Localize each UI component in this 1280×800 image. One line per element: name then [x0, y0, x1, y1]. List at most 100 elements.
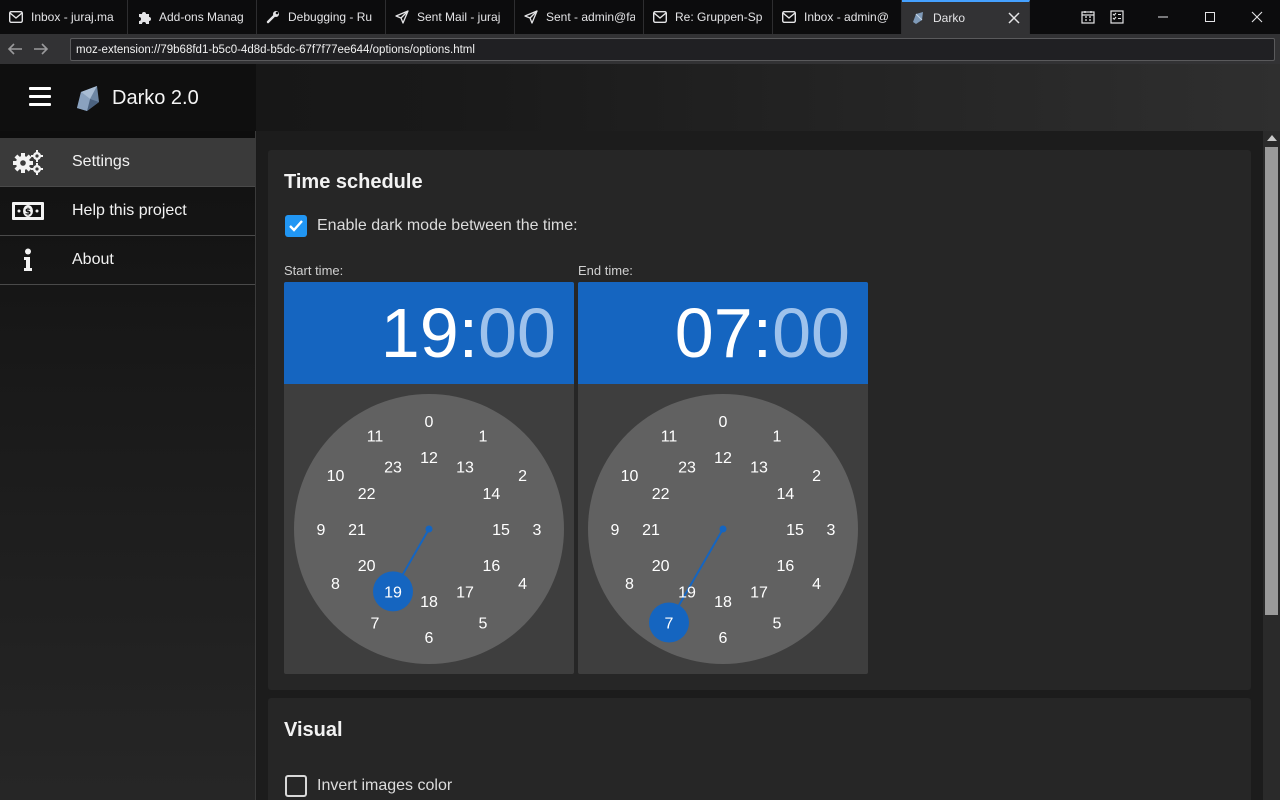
darko-logo-icon — [75, 84, 101, 112]
sidebar: Settings $ Help this project About — [0, 131, 256, 800]
clock-hour-15[interactable]: 15 — [786, 522, 804, 539]
start-minutes[interactable]: 00 — [478, 294, 556, 372]
browser-tab-active[interactable]: Darko — [902, 0, 1030, 34]
tab-label: Sent - admin@fa — [546, 10, 635, 24]
invert-images-checkbox[interactable] — [285, 775, 307, 797]
sidebar-item-label: About — [72, 251, 114, 268]
clock-hour-17[interactable]: 17 — [456, 584, 474, 601]
clock-hour-12[interactable]: 12 — [714, 450, 732, 467]
invert-images-label: Invert images color — [317, 777, 453, 794]
browser-tab[interactable]: Inbox - admin@ — [773, 0, 902, 34]
clock-hour-12[interactable]: 12 — [420, 450, 438, 467]
clock-hour-9[interactable]: 9 — [317, 522, 326, 539]
clock-hour-5[interactable]: 5 — [773, 616, 782, 633]
clock-hour-21[interactable]: 21 — [642, 522, 660, 539]
clock-hour-2[interactable]: 2 — [518, 468, 527, 485]
puzzle-icon — [136, 9, 152, 25]
main-content: Time schedule Enable dark mode between t… — [257, 131, 1263, 800]
clock-hour-3[interactable]: 3 — [827, 522, 836, 539]
forward-arrow-icon[interactable] — [28, 34, 54, 64]
clock-hour-16[interactable]: 16 — [482, 558, 500, 575]
browser-tab[interactable]: Add-ons Manag — [128, 0, 257, 34]
clock-hour-6[interactable]: 6 — [425, 630, 434, 647]
clock-hour-13[interactable]: 13 — [456, 460, 474, 477]
clock-hour-23[interactable]: 23 — [678, 460, 696, 477]
clock-hour-22[interactable]: 22 — [358, 486, 376, 503]
clock-hour-17[interactable]: 17 — [750, 584, 768, 601]
scrollbar-thumb[interactable] — [1265, 147, 1278, 615]
tasks-icon[interactable] — [1107, 0, 1127, 34]
close-window-icon[interactable] — [1244, 0, 1270, 34]
clock-hour-10[interactable]: 10 — [327, 468, 345, 485]
hamburger-menu-icon[interactable] — [29, 87, 51, 107]
tab-label: Sent Mail - juraj — [417, 10, 501, 24]
end-hours[interactable]: 07 — [675, 294, 753, 372]
clock-hour-7[interactable]: 7 — [665, 616, 674, 633]
clock-hour-20[interactable]: 20 — [358, 558, 376, 575]
clock-hour-11[interactable]: 11 — [367, 428, 384, 445]
browser-tab[interactable]: Debugging - Ru — [257, 0, 386, 34]
svg-text:$: $ — [25, 208, 31, 218]
end-time-label: End time: — [578, 263, 633, 278]
clock-hour-0[interactable]: 0 — [425, 414, 434, 431]
clock-hour-11[interactable]: 11 — [661, 428, 678, 445]
start-hours[interactable]: 19 — [381, 294, 459, 372]
clock-hour-13[interactable]: 13 — [750, 460, 768, 477]
clock-hour-8[interactable]: 8 — [331, 576, 340, 593]
navigation-toolbar: moz-extension://79b68fd1-b5c0-4d8d-b5dc-… — [0, 34, 1280, 64]
sidebar-item-help[interactable]: $ Help this project — [0, 187, 255, 236]
clock-hour-8[interactable]: 8 — [625, 576, 634, 593]
back-arrow-icon[interactable] — [2, 34, 28, 64]
start-time-label: Start time: — [284, 263, 344, 278]
browser-tab[interactable]: Sent - admin@fa — [515, 0, 644, 34]
clock-hour-19[interactable]: 19 — [384, 584, 402, 601]
clock-hour-18[interactable]: 18 — [420, 594, 438, 611]
clock-hour-19[interactable]: 19 — [678, 584, 696, 601]
vertical-scrollbar[interactable] — [1263, 131, 1280, 800]
clock-hour-9[interactable]: 9 — [611, 522, 620, 539]
clock-hour-20[interactable]: 20 — [652, 558, 670, 575]
end-minutes[interactable]: 00 — [772, 294, 850, 372]
clock-hour-14[interactable]: 14 — [482, 486, 500, 503]
clock-hour-1[interactable]: 1 — [773, 428, 782, 445]
clock-hour-0[interactable]: 0 — [719, 414, 728, 431]
enable-dark-mode-checkbox[interactable] — [285, 215, 307, 237]
start-clock-dial[interactable]: 01234567891011121314151617181920212223 — [284, 384, 574, 674]
clock-hour-15[interactable]: 15 — [492, 522, 510, 539]
clock-hour-10[interactable]: 10 — [621, 468, 639, 485]
maximize-icon[interactable] — [1197, 0, 1223, 34]
clock-hour-22[interactable]: 22 — [652, 486, 670, 503]
browser-tab[interactable]: Inbox - juraj.ma — [0, 0, 128, 34]
close-tab-icon[interactable] — [1007, 11, 1021, 25]
visual-card: Visual Invert images color — [268, 698, 1251, 800]
clock-hour-4[interactable]: 4 — [518, 576, 527, 593]
clock-hour-1[interactable]: 1 — [479, 428, 488, 445]
url-bar[interactable]: moz-extension://79b68fd1-b5c0-4d8d-b5dc-… — [70, 38, 1275, 61]
sidebar-item-settings[interactable]: Settings — [0, 138, 255, 187]
end-clock-dial[interactable]: 01234567891011121314151617181920212223 — [578, 384, 868, 674]
clock-hour-18[interactable]: 18 — [714, 594, 732, 611]
browser-tab[interactable]: Sent Mail - juraj — [386, 0, 515, 34]
enable-dark-mode-row[interactable]: Enable dark mode between the time: — [285, 215, 578, 237]
minimize-icon[interactable] — [1150, 0, 1176, 34]
end-time-display[interactable]: 07:00 — [578, 282, 868, 384]
sidebar-item-about[interactable]: About — [0, 236, 255, 285]
clock-center-dot — [719, 525, 727, 533]
invert-images-row[interactable]: Invert images color — [285, 775, 452, 797]
clock-hour-4[interactable]: 4 — [812, 576, 821, 593]
clock-hour-16[interactable]: 16 — [776, 558, 794, 575]
clock-hour-2[interactable]: 2 — [812, 468, 821, 485]
clock-hour-14[interactable]: 14 — [776, 486, 794, 503]
clock-hour-3[interactable]: 3 — [533, 522, 542, 539]
tab-label: Debugging - Ru — [288, 10, 373, 24]
start-time-display[interactable]: 19:00 — [284, 282, 574, 384]
clock-hour-5[interactable]: 5 — [479, 616, 488, 633]
clock-hour-23[interactable]: 23 — [384, 460, 402, 477]
tab-label: Inbox - juraj.ma — [31, 10, 114, 24]
scroll-up-arrow-icon[interactable] — [1267, 135, 1277, 141]
clock-hour-6[interactable]: 6 — [719, 630, 728, 647]
clock-hour-21[interactable]: 21 — [348, 522, 366, 539]
browser-tab[interactable]: Re: Gruppen-Sp — [644, 0, 773, 34]
clock-hour-7[interactable]: 7 — [371, 616, 380, 633]
calendar-icon[interactable] — [1078, 0, 1098, 34]
